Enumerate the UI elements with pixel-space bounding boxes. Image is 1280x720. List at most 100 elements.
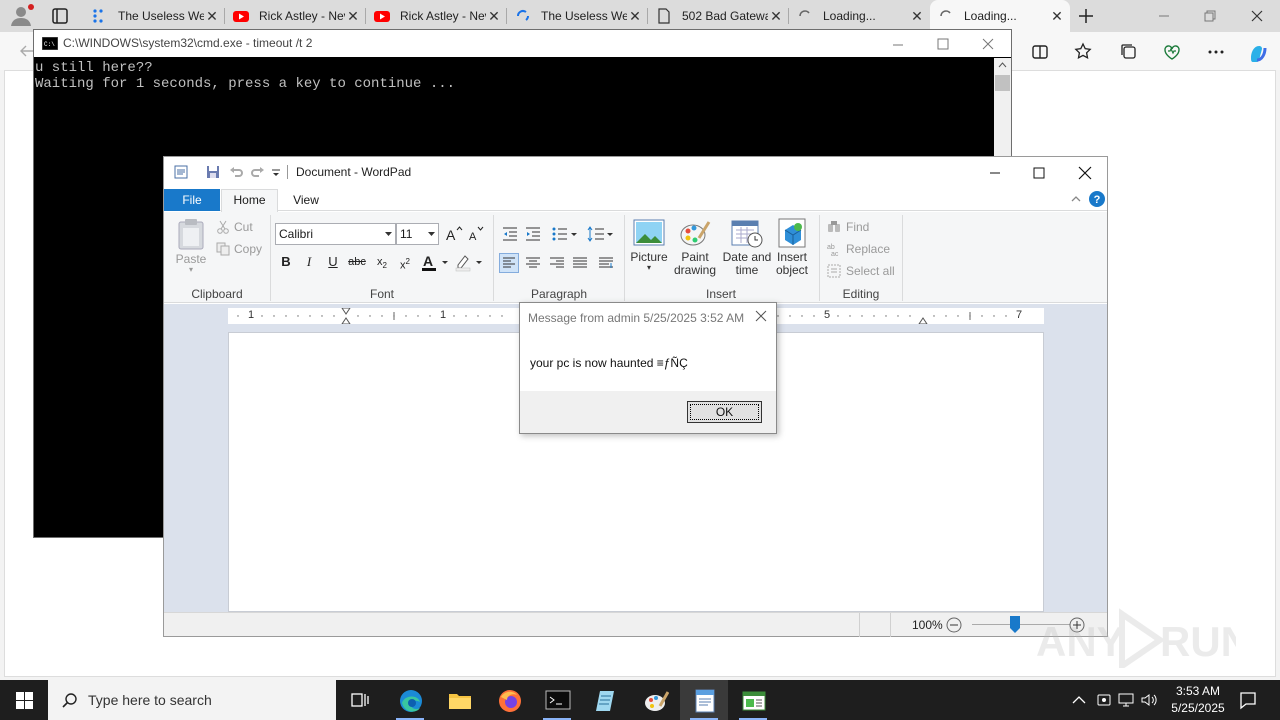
paint-taskbar-button[interactable]	[631, 680, 679, 720]
browser-tab[interactable]: The Useless Web ✕	[84, 0, 225, 32]
wordpad-titlebar[interactable]: Document - WordPad	[164, 157, 1107, 187]
collections-icon[interactable]	[1119, 42, 1139, 62]
browser-tab[interactable]: 502 Bad Gateway ✕	[648, 0, 789, 32]
tab-home[interactable]: Home	[221, 189, 278, 212]
date-and-time-button[interactable]: Date and time	[722, 218, 772, 277]
paint-drawing-icon	[680, 221, 711, 246]
browser-tab[interactable]: Rick Astley - Never Gonna Give You Up ✕	[225, 0, 366, 32]
paste-button[interactable]: Paste ▾	[172, 218, 210, 274]
edge-taskbar-button[interactable]	[386, 680, 434, 720]
copilot-icon[interactable]	[1247, 42, 1267, 62]
notepad-taskbar-button[interactable]	[582, 680, 630, 720]
minimize-icon[interactable]	[987, 165, 1003, 181]
tab-view[interactable]: View	[278, 189, 334, 211]
system-clock[interactable]: 3:53 AM 5/25/2025	[1160, 683, 1236, 717]
select-all-button[interactable]: Select all	[827, 264, 895, 278]
font-size-select[interactable]: 11	[396, 223, 439, 245]
replace-button[interactable]: ab ac Replace	[827, 242, 890, 256]
message-dialog[interactable]: Message from admin 5/25/2025 3:52 AM you…	[519, 302, 777, 434]
network-icon[interactable]	[1117, 691, 1135, 709]
browser-tab-active[interactable]: Loading... ✕	[930, 0, 1070, 32]
browser-tab[interactable]: Loading... ✕	[789, 0, 930, 32]
restore-icon[interactable]	[1202, 8, 1218, 24]
insert-object-button[interactable]: Insert object	[772, 218, 812, 277]
bold-icon[interactable]: B	[276, 252, 296, 272]
new-tab-icon[interactable]	[1076, 6, 1096, 26]
security-icon[interactable]	[1095, 691, 1113, 709]
undo-icon[interactable]	[228, 164, 244, 180]
cmd-taskbar-button[interactable]	[533, 680, 581, 720]
align-right-icon[interactable]	[547, 253, 567, 273]
minimize-icon[interactable]	[1156, 8, 1172, 24]
wordpad-taskbar-button[interactable]	[680, 680, 728, 720]
firefox-taskbar-button[interactable]	[485, 680, 533, 720]
maximize-icon[interactable]	[1031, 165, 1047, 181]
browser-tab[interactable]: Rick Astley - Never Gonna Give You Up ✕	[366, 0, 507, 32]
tab-close-icon[interactable]: ✕	[487, 9, 501, 23]
notification-icon[interactable]	[1238, 690, 1258, 710]
align-left-icon[interactable]	[499, 253, 519, 273]
bullets-icon[interactable]	[550, 224, 578, 244]
zoom-slider-thumb[interactable]	[1010, 616, 1020, 633]
increase-indent-icon[interactable]	[523, 224, 543, 244]
close-icon[interactable]	[754, 309, 768, 323]
align-center-icon[interactable]	[523, 253, 543, 273]
justify-icon[interactable]	[570, 253, 590, 273]
italic-icon[interactable]: I	[299, 252, 319, 272]
file-explorer-button[interactable]	[435, 680, 483, 720]
cmd-titlebar[interactable]: C:\ C:\WINDOWS\system32\cmd.exe - timeou…	[34, 30, 1011, 57]
maximize-icon[interactable]	[934, 35, 952, 53]
help-icon[interactable]: ?	[1089, 191, 1105, 207]
save-icon[interactable]	[205, 164, 221, 180]
grow-font-icon[interactable]: A	[444, 224, 464, 244]
copy-button[interactable]: Copy	[216, 242, 262, 256]
strikethrough-icon[interactable]: abc	[347, 252, 367, 272]
wordpad-app-icon[interactable]	[173, 164, 189, 180]
message-app-taskbar-button[interactable]	[729, 680, 777, 720]
find-button[interactable]: Find	[827, 220, 869, 234]
close-icon[interactable]	[979, 35, 997, 53]
volume-icon[interactable]	[1140, 691, 1158, 709]
minimize-icon[interactable]	[889, 35, 907, 53]
insert-picture-button[interactable]: Picture ▾	[629, 218, 669, 272]
ok-button[interactable]: OK	[687, 401, 762, 423]
split-screen-icon[interactable]	[1030, 42, 1050, 62]
tab-close-icon[interactable]: ✕	[769, 9, 783, 23]
decrease-indent-icon[interactable]	[500, 224, 520, 244]
browser-essentials-icon[interactable]	[1162, 42, 1182, 62]
tab-actions-icon[interactable]	[50, 6, 70, 26]
start-button[interactable]	[0, 680, 48, 720]
favorites-icon[interactable]	[1074, 42, 1094, 62]
collapse-ribbon-icon[interactable]	[1070, 194, 1082, 204]
font-family-select[interactable]: Calibri	[275, 223, 396, 245]
line-spacing-icon[interactable]	[586, 224, 614, 244]
paint-drawing-button[interactable]: Paint drawing	[672, 218, 718, 277]
more-options-icon[interactable]	[1206, 42, 1226, 62]
subscript-icon[interactable]: x2	[372, 252, 392, 272]
tab-close-icon[interactable]: ✕	[910, 9, 924, 23]
dialog-titlebar[interactable]: Message from admin 5/25/2025 3:52 AM	[520, 303, 776, 331]
zoom-out-icon[interactable]	[946, 617, 962, 633]
profile-avatar-icon[interactable]	[8, 4, 34, 28]
tab-close-icon[interactable]: ✕	[628, 9, 642, 23]
close-icon[interactable]	[1249, 8, 1265, 24]
tab-close-icon[interactable]: ✕	[346, 9, 360, 23]
tab-file[interactable]: File	[164, 189, 220, 211]
task-view-button[interactable]	[336, 680, 384, 720]
underline-icon[interactable]: U	[323, 252, 343, 272]
highlight-color-icon[interactable]	[454, 252, 484, 272]
cut-button[interactable]: Cut	[216, 220, 253, 234]
paragraph-settings-icon[interactable]	[596, 253, 616, 273]
close-icon[interactable]	[1077, 165, 1093, 181]
customize-qat-icon[interactable]	[270, 164, 286, 180]
taskbar-search-box[interactable]: Type here to search	[48, 680, 336, 720]
browser-tab[interactable]: The Useless Web ✕	[507, 0, 648, 32]
tab-close-icon[interactable]: ✕	[205, 9, 219, 23]
superscript-icon[interactable]: x2	[395, 252, 415, 272]
ruler-tick-label: 5	[824, 309, 831, 321]
redo-icon[interactable]	[250, 164, 266, 180]
text-color-icon[interactable]: A	[420, 252, 450, 272]
show-hidden-icons-icon[interactable]	[1070, 691, 1088, 709]
tab-close-icon[interactable]: ✕	[1050, 9, 1064, 23]
shrink-font-icon[interactable]: A	[466, 224, 486, 244]
